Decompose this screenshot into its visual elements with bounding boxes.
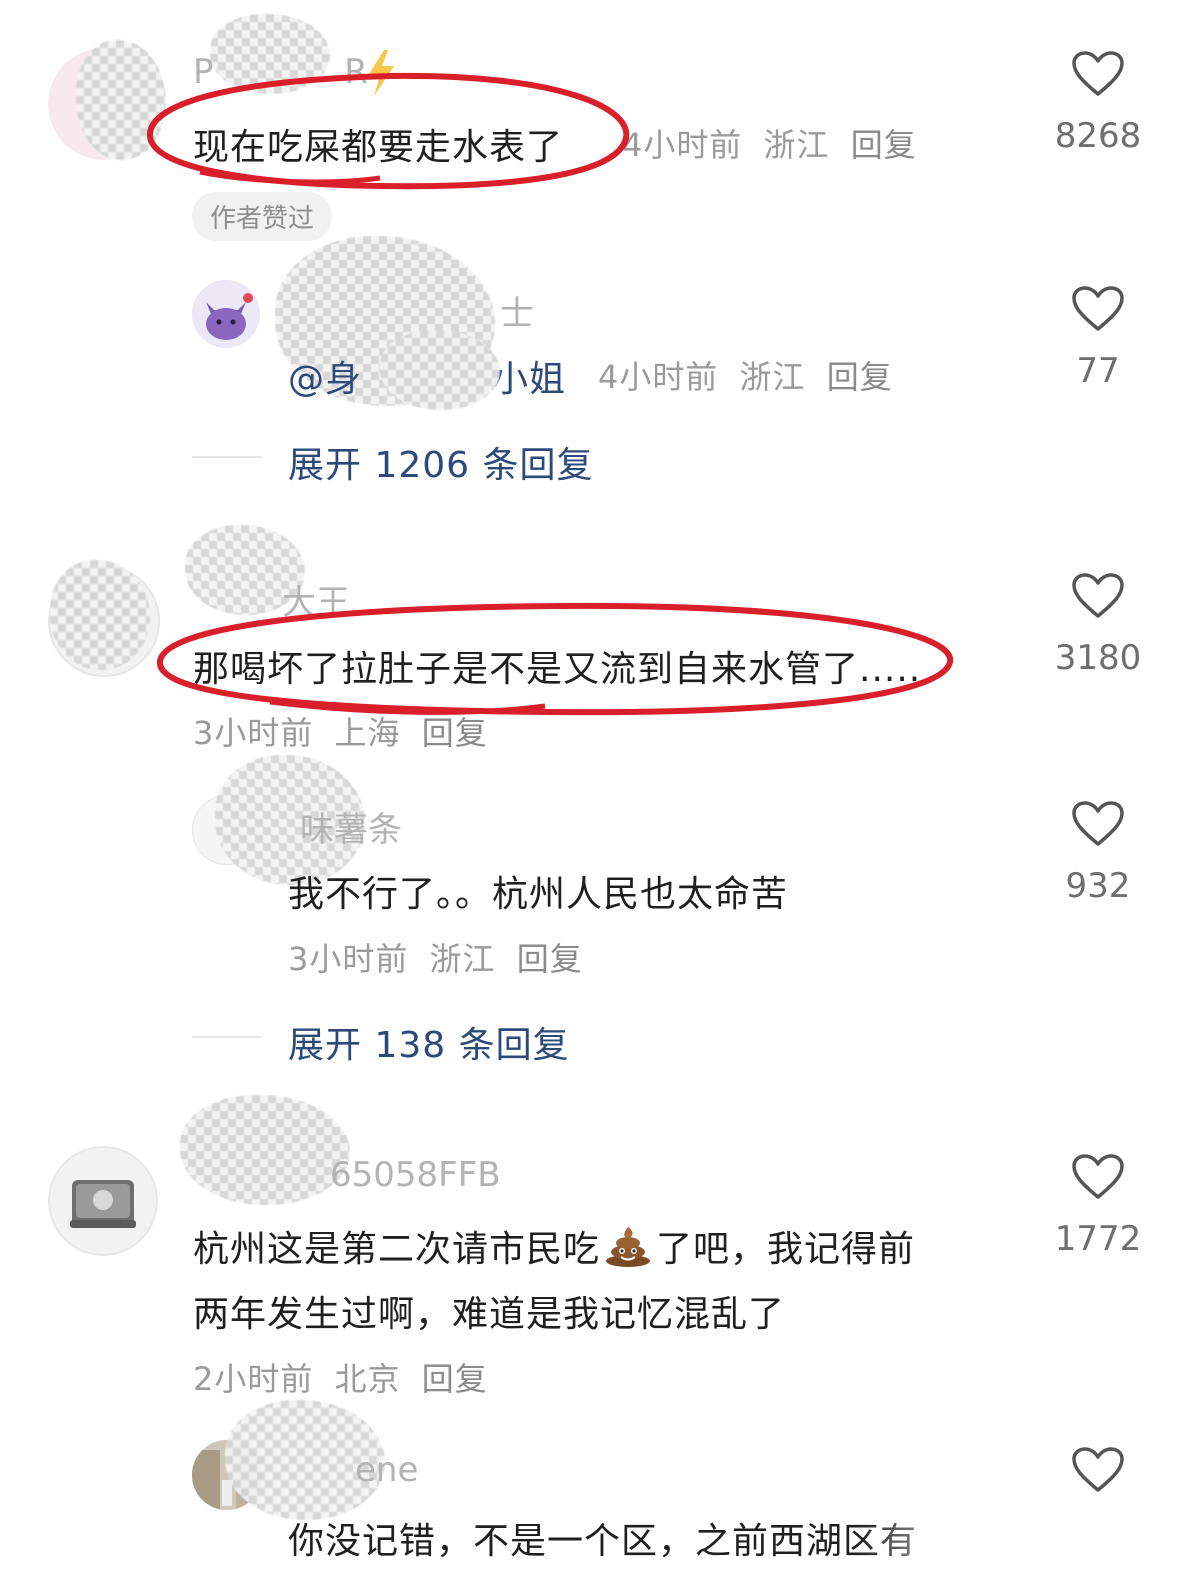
like-button[interactable]: 8268 bbox=[1038, 50, 1158, 156]
poop-emoji-icon bbox=[606, 1227, 651, 1267]
like-button[interactable]: 1772 bbox=[1038, 1153, 1158, 1259]
comment-text: 杭州这是第二次请市民吃 了吧，我记得前 bbox=[193, 1220, 915, 1272]
username[interactable]: 味薯条 bbox=[300, 802, 402, 851]
blur-mask bbox=[380, 330, 500, 410]
heart-outline-icon bbox=[1072, 801, 1124, 846]
mention-link[interactable]: 小姐 bbox=[492, 359, 566, 400]
comment-location: 上海 bbox=[334, 714, 401, 752]
divider bbox=[192, 456, 262, 458]
comment-text: 我不行了。。杭州人民也太命苦 bbox=[288, 874, 789, 915]
heart-outline-icon bbox=[1072, 1447, 1124, 1492]
like-count: 8268 bbox=[1054, 116, 1142, 156]
comment-time: 2小时前 bbox=[193, 1360, 314, 1398]
comment-text: 那喝坏了拉肚子是不是又流到自来水管了..... bbox=[193, 649, 922, 690]
comment-meta: 3小时前 浙江 回复 bbox=[288, 934, 593, 980]
username[interactable]: ene bbox=[355, 1450, 418, 1490]
heart-outline-icon bbox=[1072, 51, 1124, 96]
heart-outline-icon bbox=[1072, 286, 1124, 331]
comment-time: 4小时前 bbox=[598, 358, 719, 396]
comment-meta: 4小时前 浙江 回复 bbox=[622, 120, 927, 166]
reply-button[interactable]: 回复 bbox=[422, 1360, 488, 1398]
comment-time: 3小时前 bbox=[288, 940, 409, 978]
comment-location: 浙江 bbox=[429, 940, 496, 978]
comment-location: 北京 bbox=[334, 1360, 401, 1398]
comment-text: 现在吃屎都要走水表了 bbox=[193, 127, 564, 168]
avatar[interactable] bbox=[192, 280, 260, 348]
like-button[interactable]: 77 bbox=[1038, 285, 1158, 391]
comment-time: 3小时前 bbox=[193, 714, 314, 752]
text-fade bbox=[859, 1508, 1019, 1568]
divider bbox=[192, 1036, 262, 1038]
blur-mask bbox=[76, 40, 166, 160]
reply-button[interactable]: 回复 bbox=[827, 358, 893, 396]
expand-replies-button[interactable]: 展开 1206 条回复 bbox=[288, 436, 594, 488]
reply-button[interactable]: 回复 bbox=[422, 714, 488, 752]
expand-replies-button[interactable]: 展开 138 条回复 bbox=[288, 1016, 570, 1068]
username[interactable]: 65058FFB bbox=[330, 1155, 501, 1195]
comment-location: 浙江 bbox=[739, 358, 806, 396]
comment-time: 4小时前 bbox=[622, 126, 743, 164]
cat-avatar-icon bbox=[192, 280, 260, 348]
blur-mask bbox=[180, 1095, 350, 1205]
like-button[interactable] bbox=[1038, 1446, 1158, 1494]
avatar[interactable] bbox=[48, 1146, 158, 1256]
like-count: 1772 bbox=[1054, 1219, 1142, 1259]
reply-button[interactable]: 回复 bbox=[517, 940, 583, 978]
like-count: 932 bbox=[1065, 866, 1131, 906]
like-count: 77 bbox=[1076, 351, 1120, 391]
author-liked-badge: 作者赞过 bbox=[192, 192, 333, 241]
like-button[interactable]: 932 bbox=[1038, 800, 1158, 906]
comment-text-line: 两年发生过啊，难道是我记忆混乱了 bbox=[193, 1294, 786, 1335]
comment-meta: 2小时前 北京 回复 bbox=[193, 1354, 498, 1400]
heart-outline-icon bbox=[1072, 1154, 1124, 1199]
comment-text: 你没记错，不是一个区，之前西湖区有 bbox=[288, 1521, 918, 1562]
heart-outline-icon bbox=[1072, 573, 1124, 618]
comment-meta: 3小时前 上海 回复 bbox=[193, 708, 498, 754]
like-button[interactable]: 3180 bbox=[1038, 572, 1158, 678]
like-count: 3180 bbox=[1054, 638, 1142, 678]
comment-location: 浙江 bbox=[763, 126, 830, 164]
reply-button[interactable]: 回复 bbox=[851, 126, 917, 164]
mention-link[interactable]: @身 bbox=[288, 359, 362, 400]
lightning-icon bbox=[368, 50, 394, 96]
username[interactable]: 大王 bbox=[282, 575, 350, 624]
username[interactable]: 士 bbox=[500, 286, 534, 335]
comment-meta: 4小时前 浙江 回复 bbox=[598, 352, 903, 398]
blur-mask bbox=[50, 560, 150, 670]
camera-icon bbox=[70, 1180, 136, 1228]
